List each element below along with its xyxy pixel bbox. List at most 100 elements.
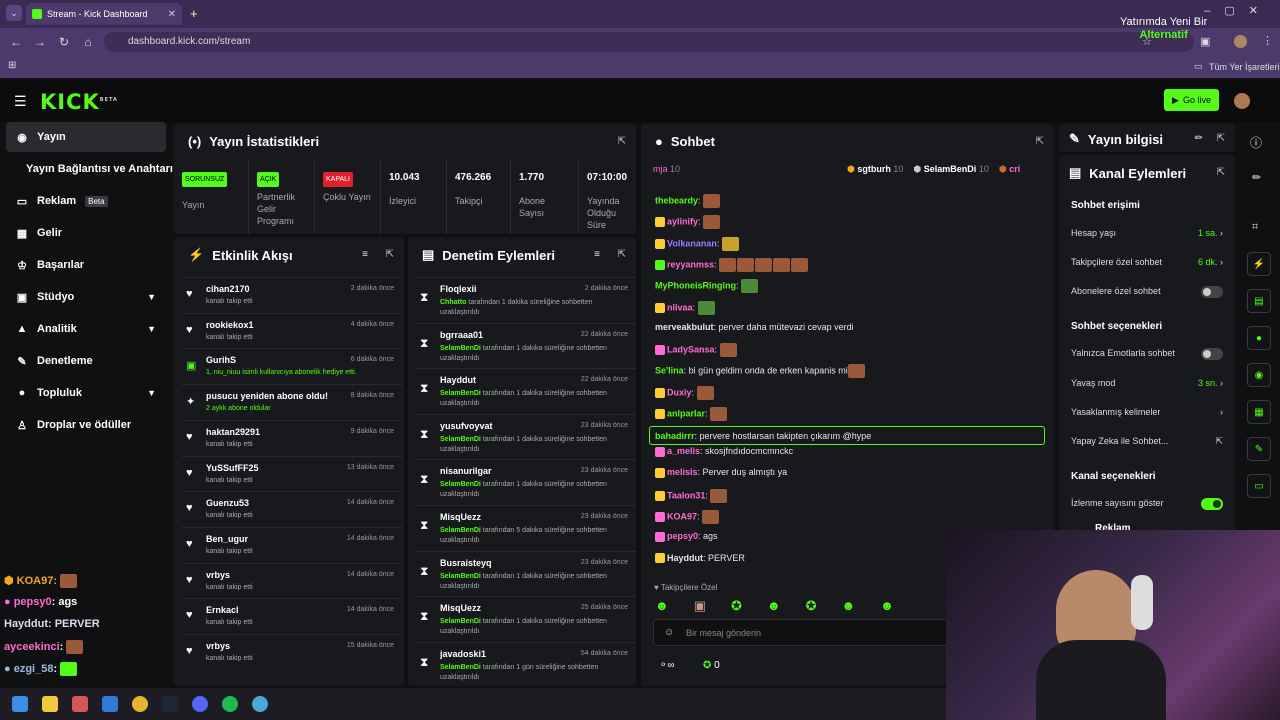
chat-username[interactable]: a_melis <box>667 446 700 456</box>
emote-icon[interactable]: ☻ <box>880 598 894 614</box>
go-live-button[interactable]: ▶ Go live <box>1164 89 1219 111</box>
moderator-name[interactable]: SelamBenDi <box>440 664 481 671</box>
followers-only-row[interactable]: Takipçilere özel sohbet 6 dk. › <box>1071 257 1223 267</box>
emote-icon[interactable]: ☻ <box>655 598 669 614</box>
document-rail-icon[interactable]: ▤ <box>1247 289 1271 313</box>
points-counter[interactable]: ✪ 0 <box>703 660 720 671</box>
activity-name[interactable]: Ernkacl <box>206 605 239 615</box>
chat-input[interactable]: ☺ Bir mesaj gönderin <box>653 619 949 646</box>
moderator-name[interactable]: SelamBenDi <box>440 481 481 488</box>
tab-search-icon[interactable]: ⌄ <box>6 5 22 21</box>
banned-words-row[interactable]: Yasaklanmış kelimeler › <box>1071 407 1223 417</box>
chat-username[interactable]: KOA97 <box>667 511 697 521</box>
ai-chat-row[interactable]: Yapay Zeka ile Sohbet... ⇱ <box>1071 436 1223 446</box>
emote-only-toggle[interactable] <box>1201 348 1223 360</box>
emote-icon[interactable]: ▣ <box>694 598 706 614</box>
emote-icon[interactable]: ✪ <box>806 598 817 614</box>
sidebar-item-analitik[interactable]: ▲ Analitik ▼ <box>6 314 166 344</box>
sidebar-item-droplar[interactable]: ♙ Droplar ve ödüller <box>6 410 166 440</box>
forward-icon[interactable]: → <box>28 35 52 49</box>
app-icon[interactable] <box>72 696 88 712</box>
edit-pencil-icon[interactable]: ✏ <box>1195 133 1203 144</box>
chat-username[interactable]: anlparlar <box>667 408 705 418</box>
activity-name[interactable]: Guenzu53 <box>206 498 249 508</box>
gifter[interactable]: ⬢ SelamBenDi 10 <box>913 164 988 175</box>
emote-icon[interactable]: ☻ <box>767 598 781 614</box>
kick-logo[interactable]: KICKBETA <box>40 90 118 114</box>
subs-only-toggle[interactable] <box>1201 286 1223 298</box>
popout-icon[interactable]: ⇱ <box>1217 167 1225 178</box>
popout-icon[interactable]: ⇱ <box>618 249 626 260</box>
chat-username[interactable]: niivaa <box>667 302 693 312</box>
activity-name[interactable]: YuSSufFF25 <box>206 463 259 473</box>
file-explorer-icon[interactable] <box>42 696 58 712</box>
sidebar-item-studyo[interactable]: ▣ Stüdyo ▼ <box>6 282 166 312</box>
crop-icon[interactable]: ⌗ <box>1252 221 1258 234</box>
chat-username[interactable]: reyyanmss <box>667 259 714 269</box>
hamburger-menu-icon[interactable]: ☰ <box>14 93 27 110</box>
sidebar-item-reklam[interactable]: ▭ Reklam Beta <box>6 186 166 216</box>
sidebar-item-denetleme[interactable]: ✎ Denetleme <box>6 346 166 376</box>
moderated-user[interactable]: MisqUezz <box>440 603 481 613</box>
moderated-user[interactable]: nisanurilgar <box>440 466 492 476</box>
wrench-rail-icon[interactable]: ✎ <box>1247 437 1271 461</box>
sidebar-item-basarilar[interactable]: ♔ Başarılar <box>6 250 166 280</box>
moderator-name[interactable]: SelamBenDi <box>440 436 481 443</box>
moderated-user[interactable]: Busraisteyq <box>440 558 492 568</box>
moderator-name[interactable]: SelamBenDi <box>440 573 481 580</box>
activity-name[interactable]: pusucu yeniden abone oldu! <box>206 391 328 401</box>
browser-menu-icon[interactable]: ⋮ <box>1262 34 1273 47</box>
moderator-name[interactable]: Chhatto <box>440 299 466 306</box>
chat-username[interactable]: Se'lina <box>655 366 684 376</box>
chat-username[interactable]: Duxiy <box>667 387 692 397</box>
user-avatar[interactable] <box>1234 93 1250 109</box>
url-field[interactable]: dashboard.kick.com/stream <box>104 32 1194 52</box>
emote-icon[interactable]: ☻ <box>841 598 855 614</box>
window-rail-icon[interactable]: ▭ <box>1247 474 1271 498</box>
show-viewcount-row[interactable]: İzlenme sayısını göster <box>1071 498 1223 510</box>
bolt-rail-icon[interactable]: ⚡ <box>1247 252 1271 276</box>
chat-username[interactable]: MyPhoneisRinging <box>655 281 736 291</box>
emote-picker-icon[interactable]: ☺ <box>664 627 674 638</box>
popout-icon[interactable]: ⇱ <box>618 136 626 147</box>
moderated-user[interactable]: javadoski1 <box>440 649 486 659</box>
chrome-icon[interactable] <box>132 696 148 712</box>
activity-name[interactable]: cihan2170 <box>206 284 250 294</box>
profile-avatar[interactable] <box>1234 35 1247 48</box>
activity-name[interactable]: GurihS <box>206 355 236 365</box>
emote-only-row[interactable]: Yalnızca Emotlarla sohbet <box>1071 348 1223 360</box>
activity-name[interactable]: Ben_ugur <box>206 534 248 544</box>
windows-start-icon[interactable] <box>12 696 28 712</box>
window-controls[interactable]: –▢✕ <box>1204 4 1272 17</box>
sidebar-item-topluluk[interactable]: ● Topluluk ▼ <box>6 378 166 408</box>
spotify-icon[interactable] <box>222 696 238 712</box>
moderator-name[interactable]: SelamBenDi <box>440 345 481 352</box>
info-icon[interactable]: ⓘ <box>1250 134 1262 151</box>
viewcount-toggle[interactable] <box>1201 498 1223 510</box>
gifter[interactable]: ⬢ cri <box>999 164 1020 175</box>
popout-icon[interactable]: ⇱ <box>386 249 394 260</box>
stream-rail-icon[interactable]: ◉ <box>1247 363 1271 387</box>
steam-icon[interactable] <box>162 696 178 712</box>
moderator-name[interactable]: SelamBenDi <box>440 618 481 625</box>
filter-icon[interactable]: ≡ <box>362 249 368 260</box>
activity-name[interactable]: rookiekox1 <box>206 320 254 330</box>
moderator-name[interactable]: SelamBenDi <box>440 527 481 534</box>
chat-rail-icon[interactable]: ● <box>1247 326 1271 350</box>
chat-username[interactable]: LadySansa <box>667 344 715 354</box>
emote-icon[interactable]: ✪ <box>731 598 742 614</box>
outlook-icon[interactable] <box>102 696 118 712</box>
activity-name[interactable]: haktan29291 <box>206 427 260 437</box>
discord-icon[interactable] <box>192 696 208 712</box>
back-icon[interactable]: ← <box>4 35 28 49</box>
moderated-user[interactable]: Floqlexii <box>440 284 477 294</box>
chat-username[interactable]: thebeardy <box>655 195 698 205</box>
chat-username[interactable]: pepsy0 <box>667 531 698 541</box>
moderated-user[interactable]: MisqUezz <box>440 512 481 522</box>
moderated-user[interactable]: yusufvoyvat <box>440 421 493 431</box>
all-bookmarks-link[interactable]: Tüm Yer İşaretleri <box>1209 62 1280 72</box>
popout-icon[interactable]: ⇱ <box>1036 136 1044 147</box>
browser-tab[interactable]: Stream - Kick Dashboard ✕ <box>26 3 182 25</box>
chat-username[interactable]: melisis <box>667 467 698 477</box>
channel-rail-icon[interactable]: ▦ <box>1247 400 1271 424</box>
